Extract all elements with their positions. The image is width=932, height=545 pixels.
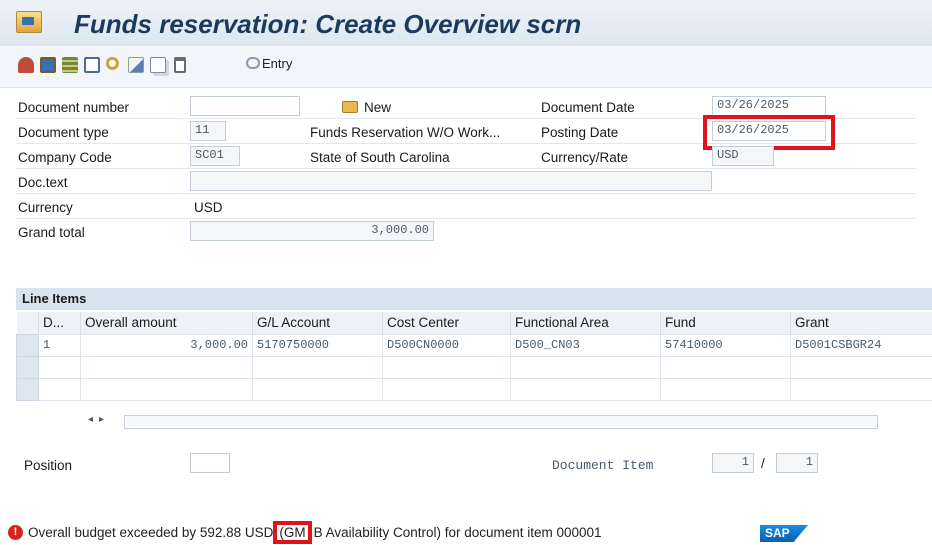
table-row[interactable] [16,377,932,401]
doc-type-label: Document type [18,125,109,140]
line-items-table: D... Overall amount G/L Account Cost Cen… [16,312,932,401]
position-label: Position [24,458,73,473]
row-selector[interactable] [16,355,39,379]
table-cell[interactable] [38,355,81,379]
currency-rate-label: Currency/Rate [541,150,629,165]
doc-item-total-field: 1 [776,453,818,473]
save-icon[interactable] [40,57,56,73]
column-header[interactable]: Functional Area [510,312,661,334]
scroll-arrows-icon[interactable]: ◂▸ [88,414,110,425]
table-cell[interactable]: 5170750000 [252,333,383,357]
table-cell[interactable]: 3,000.00 [80,333,253,357]
table-cell[interactable]: 57410000 [660,333,791,357]
position-field[interactable] [190,453,230,473]
company-code-description: State of South Carolina [310,150,450,165]
row-selector-header[interactable] [16,312,39,334]
table-cell[interactable]: D5001CSBGR24 [790,333,932,357]
doc-text-field[interactable] [190,171,712,191]
company-code-label: Company Code [18,150,112,165]
glasses-icon [246,57,260,69]
error-icon: ! [8,525,23,540]
entry-button[interactable]: Entry [246,56,292,76]
page-title: Funds reservation: Create Overview scrn [74,9,582,39]
status-message-prefix: Overall budget exceeded by 592.88 USD [28,525,274,540]
row-selector[interactable] [16,333,39,357]
table-cell[interactable] [660,355,791,379]
currency-value: USD [194,200,223,215]
line-items-section-title: Line Items [16,288,932,310]
column-header[interactable]: G/L Account [252,312,383,334]
doc-item-current-field: 1 [712,453,754,473]
company-code-field[interactable]: SC01 [190,146,240,166]
horizontal-scrollbar[interactable]: ◂▸ [76,414,878,430]
row-selector[interactable] [16,377,39,401]
copy-icon[interactable] [150,57,166,73]
doc-type-description: Funds Reservation W/O Work... [310,125,501,140]
status-bar[interactable]: ! Overall budget exceeded by 592.88 USD(… [0,521,932,545]
table-cell[interactable] [382,377,511,401]
column-header[interactable]: Fund [660,312,791,334]
new-indicator: New [342,100,391,115]
transaction-icon[interactable] [16,11,42,33]
status-message[interactable]: Overall budget exceeded by 592.88 USD (GM… [28,521,602,544]
doc-text-label: Doc.text [18,175,68,190]
table-cell[interactable]: D500_CN03 [510,333,661,357]
table-cell[interactable] [252,355,383,379]
table-cell[interactable] [80,355,253,379]
edit-icon[interactable] [128,57,144,73]
posting-date-highlight [703,115,835,150]
doc-type-field[interactable]: 11 [190,121,226,141]
scroll-track[interactable] [124,415,878,429]
table-cell[interactable] [80,377,253,401]
doc-item-label: Document Item [552,458,654,473]
new-label: New [364,100,392,115]
status-message-suffix: B Availability Control) for document ite… [313,525,602,540]
table-cell[interactable] [510,377,661,401]
column-header[interactable]: Grant [790,312,932,334]
row-divider [16,193,916,194]
table-row[interactable]: 1 3,000.00 5170750000 D500CN0000 D500_CN… [16,333,932,357]
table-cell[interactable] [790,355,932,379]
sap-logo: SAP [760,525,808,542]
doc-number-field[interactable] [190,96,300,116]
table-cell[interactable] [510,355,661,379]
currency-label: Currency [18,200,73,215]
row-divider [16,168,916,169]
column-header[interactable]: D... [38,312,81,334]
table-icon[interactable] [84,57,100,73]
currency-rate-field[interactable]: USD [712,146,774,166]
grand-total-label: Grand total [18,225,85,240]
doc-number-label: Document number [18,100,130,115]
table-cell[interactable] [252,377,383,401]
search-icon[interactable] [106,57,122,73]
column-header[interactable]: Cost Center [382,312,511,334]
entry-label: Entry [262,56,293,71]
title-bar: Funds reservation: Create Overview scrn [0,0,932,46]
table-row[interactable] [16,355,932,379]
doc-date-label: Document Date [541,100,635,115]
delete-icon[interactable] [174,57,186,73]
posting-date-label: Posting Date [541,125,619,140]
table-cell[interactable] [382,355,511,379]
print-icon[interactable] [18,57,34,73]
grand-total-field: 3,000.00 [190,221,434,241]
new-document-icon [342,101,358,113]
column-header[interactable]: Overall amount [80,312,253,334]
status-highlight: (GM [273,521,312,544]
table-cell[interactable] [38,377,81,401]
stack-icon[interactable] [62,57,78,73]
table-cell[interactable] [660,377,791,401]
table-cell[interactable] [790,377,932,401]
application-toolbar: Entry [0,46,932,88]
table-cell[interactable]: D500CN0000 [382,333,511,357]
doc-item-separator: / [761,456,765,471]
row-divider [16,218,916,219]
table-header-row: D... Overall amount G/L Account Cost Cen… [16,312,932,334]
doc-date-field[interactable]: 03/26/2025 [712,96,826,116]
table-cell[interactable]: 1 [38,333,81,357]
